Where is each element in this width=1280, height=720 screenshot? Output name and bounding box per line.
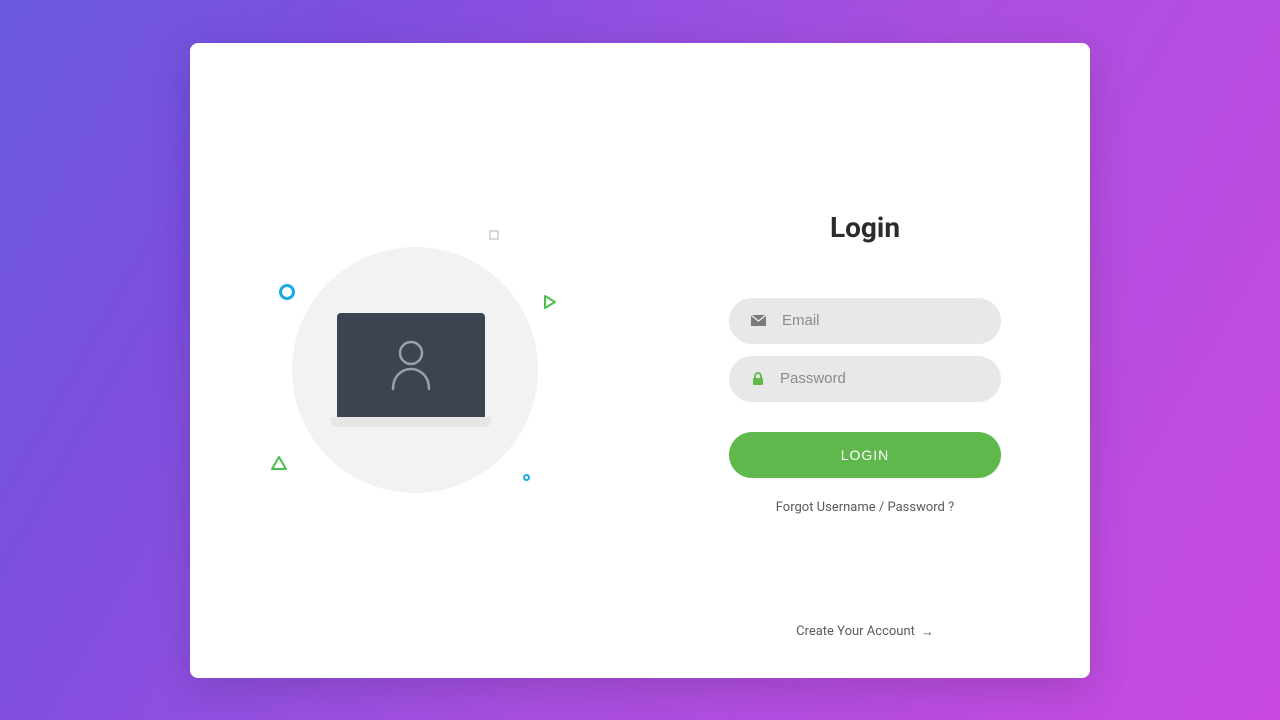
laptop-base (331, 417, 491, 427)
deco-triangle-icon (271, 456, 287, 470)
password-field-wrap[interactable] (729, 356, 1001, 402)
page-title: Login (830, 211, 900, 244)
lock-icon (751, 372, 764, 386)
illustration-panel (190, 43, 640, 678)
envelope-icon (751, 315, 766, 326)
create-account-label: Create Your Account (796, 624, 915, 639)
email-field-wrap[interactable] (729, 298, 1001, 344)
form-panel: Login LOGIN Forgot Username / Password ?… (640, 43, 1090, 678)
login-button[interactable]: LOGIN (729, 432, 1001, 478)
deco-circle-large-icon (279, 284, 295, 300)
laptop-screen (337, 313, 485, 417)
password-input[interactable] (780, 370, 979, 387)
arrow-right-icon: → (921, 624, 934, 640)
user-icon (387, 339, 435, 391)
create-account-link[interactable]: Create Your Account → (796, 624, 934, 640)
login-card: Login LOGIN Forgot Username / Password ?… (190, 43, 1090, 678)
deco-circle-small-icon (523, 474, 530, 481)
illustration-wrap (265, 220, 565, 520)
deco-square-icon (489, 230, 499, 240)
forgot-password-link[interactable]: Forgot Username / Password ? (776, 500, 955, 515)
laptop-illustration (337, 313, 491, 427)
email-input[interactable] (782, 312, 981, 329)
deco-play-icon (543, 294, 557, 310)
